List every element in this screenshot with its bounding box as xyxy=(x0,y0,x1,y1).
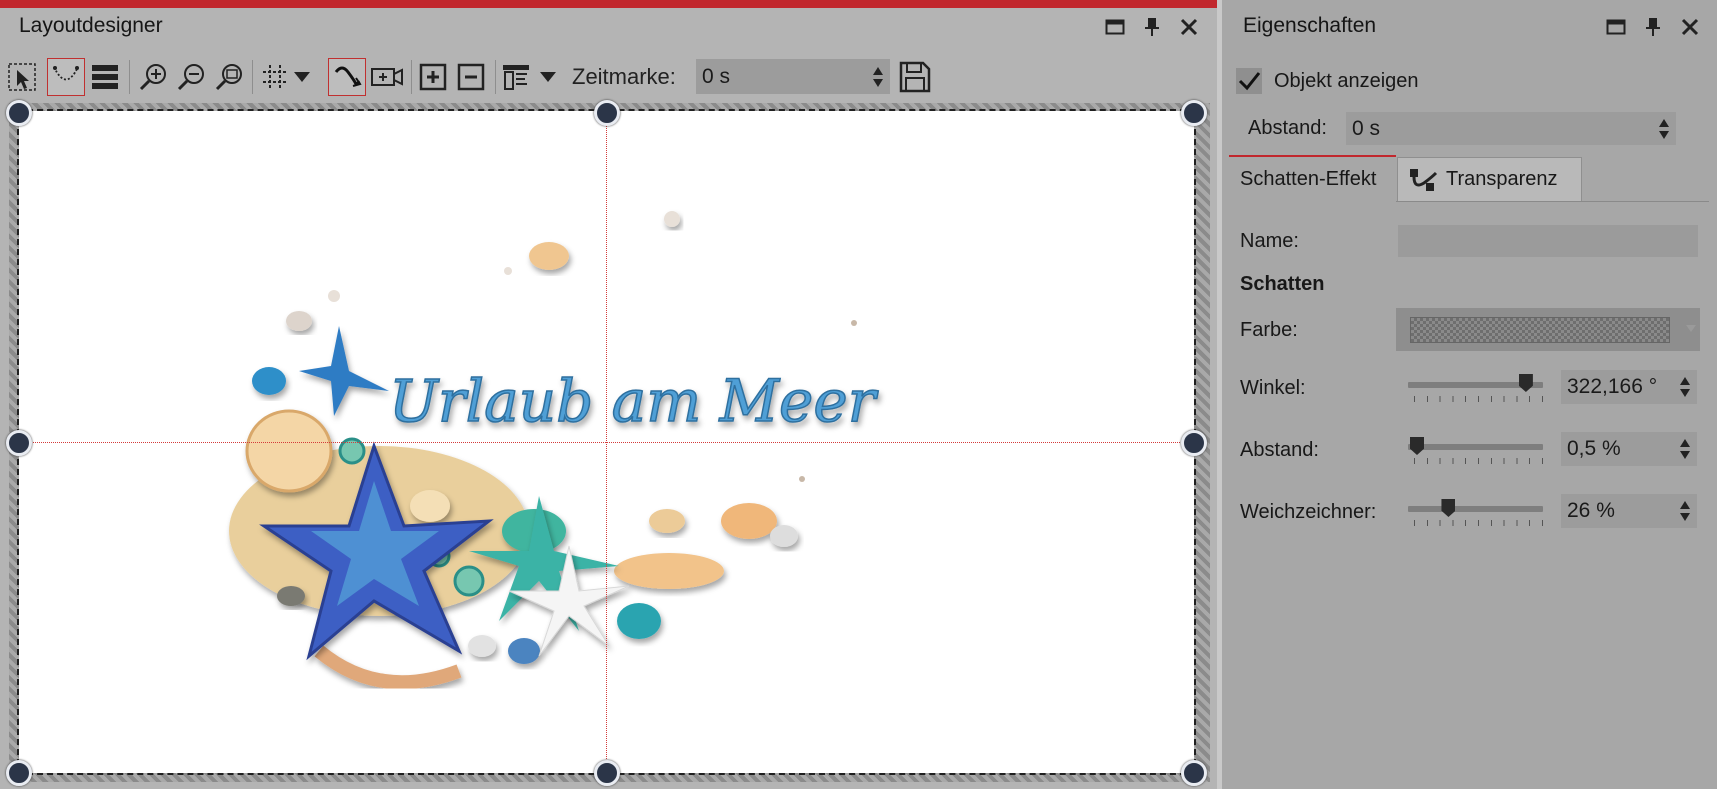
abstand-slider-thumb[interactable] xyxy=(1410,437,1424,455)
weichzeichner-spinner[interactable]: 26 % xyxy=(1561,494,1697,528)
zeitmarke-spinner[interactable]: 0 s xyxy=(696,59,890,94)
resize-handle-bottom-left[interactable] xyxy=(6,760,32,786)
toolbar-separator xyxy=(252,60,253,94)
tab-label: Transparenz xyxy=(1446,168,1558,190)
resize-handle-bottom-right[interactable] xyxy=(1181,760,1207,786)
weichzeichner-value[interactable]: 26 % xyxy=(1567,499,1615,523)
tab-label: Schatten-Effekt xyxy=(1240,168,1377,190)
weichzeichner-slider-thumb[interactable] xyxy=(1441,499,1456,517)
spinner-arrows-icon[interactable] xyxy=(1679,436,1691,462)
grid-dropdown-chevron-down-icon[interactable] xyxy=(290,58,314,96)
resize-handle-top-right[interactable] xyxy=(1181,100,1207,126)
shadow-abstand-label: Abstand: xyxy=(1240,439,1319,461)
close-icon[interactable] xyxy=(1178,16,1200,38)
vertical-guide xyxy=(606,111,607,773)
schatten-heading: Schatten xyxy=(1240,273,1325,295)
toolbar-separator xyxy=(129,60,130,94)
farbe-label: Farbe: xyxy=(1240,319,1298,341)
color-swatch xyxy=(1410,317,1670,343)
resize-handle-top-center[interactable] xyxy=(594,100,620,126)
layout-canvas[interactable]: Urlaub am Meer xyxy=(17,109,1196,775)
chevron-down-icon xyxy=(1686,325,1696,332)
active-panel-indicator xyxy=(0,0,1217,8)
align-icon[interactable] xyxy=(497,58,535,96)
maximize-icon[interactable] xyxy=(1104,16,1126,38)
zoom-in-icon[interactable] xyxy=(134,58,172,96)
resize-handle-middle-left[interactable] xyxy=(6,430,32,456)
abstand-slider-track[interactable] xyxy=(1408,444,1543,450)
slider-ticks xyxy=(1414,520,1544,526)
align-dropdown-chevron-down-icon[interactable] xyxy=(536,58,560,96)
zoom-fit-icon[interactable] xyxy=(210,58,248,96)
show-object-checkbox[interactable] xyxy=(1236,68,1262,94)
winkel-spinner[interactable]: 322,166 ° xyxy=(1561,370,1697,404)
layers-icon[interactable] xyxy=(86,58,124,96)
name-input[interactable] xyxy=(1398,225,1698,257)
resize-handle-top-left[interactable] xyxy=(6,100,32,126)
canvas-title-art[interactable]: Urlaub am Meer xyxy=(388,366,879,436)
resize-handle-middle-right[interactable] xyxy=(1181,430,1207,456)
shadow-abstand-spinner[interactable]: 0,5 % xyxy=(1561,432,1697,466)
weichzeichner-label: Weichzeichner: xyxy=(1240,501,1377,523)
tab-schatten-effekt[interactable]: Schatten-Effekt xyxy=(1229,155,1396,202)
slider-ticks xyxy=(1414,396,1544,402)
spinner-arrows-icon[interactable] xyxy=(1658,116,1670,142)
winkel-label: Winkel: xyxy=(1240,377,1306,399)
toolbar-separator xyxy=(411,60,412,94)
tab-transparenz[interactable]: Transparenz xyxy=(1397,157,1582,201)
pin-icon[interactable] xyxy=(1141,16,1163,38)
path-tool-icon[interactable] xyxy=(47,58,85,96)
add-keyframe-icon[interactable] xyxy=(414,58,452,96)
maximize-icon[interactable] xyxy=(1605,16,1627,38)
abstand-label: Abstand: xyxy=(1248,117,1327,139)
zeitmarke-label: Zeitmarke: xyxy=(572,64,676,89)
name-label: Name: xyxy=(1240,230,1299,252)
grid-icon[interactable] xyxy=(256,58,294,96)
spinner-arrows-icon[interactable] xyxy=(1679,374,1691,400)
pin-icon[interactable] xyxy=(1642,16,1664,38)
spinner-arrows-icon[interactable] xyxy=(1679,498,1691,524)
abstand-spinner[interactable]: 0 s xyxy=(1346,112,1676,145)
show-object-label: Objekt anzeigen xyxy=(1274,70,1419,92)
camera-icon[interactable] xyxy=(368,58,406,96)
abstand-value[interactable]: 0 s xyxy=(1352,117,1380,141)
toolbar-separator xyxy=(495,60,496,94)
weichzeichner-slider-track[interactable] xyxy=(1408,506,1543,512)
select-tool-icon[interactable] xyxy=(3,58,41,96)
shadow-abstand-value[interactable]: 0,5 % xyxy=(1567,437,1621,461)
resize-handle-bottom-center[interactable] xyxy=(594,760,620,786)
color-picker[interactable] xyxy=(1396,308,1700,351)
winkel-slider-thumb[interactable] xyxy=(1518,374,1533,392)
panel-title: Layoutdesigner xyxy=(19,14,163,37)
save-icon[interactable] xyxy=(896,58,934,96)
checkmark-icon xyxy=(1238,72,1261,91)
close-icon[interactable] xyxy=(1679,16,1701,38)
transparency-icon xyxy=(1410,168,1438,191)
slider-ticks xyxy=(1414,458,1544,464)
panel-title: Eigenschaften xyxy=(1243,14,1377,37)
spinner-arrows-icon[interactable] xyxy=(872,64,884,90)
motion-path-icon[interactable] xyxy=(328,58,366,96)
properties-panel: Eigenschaften Objekt anzeigen Abstand: 0… xyxy=(1222,0,1717,789)
remove-keyframe-icon[interactable] xyxy=(452,58,490,96)
zeitmarke-value[interactable]: 0 s xyxy=(702,65,730,89)
layoutdesigner-panel: Layoutdesigner Zeitmarke: 0 s Urlaub am … xyxy=(0,0,1217,789)
winkel-value[interactable]: 322,166 ° xyxy=(1567,375,1657,399)
zoom-out-icon[interactable] xyxy=(172,58,210,96)
